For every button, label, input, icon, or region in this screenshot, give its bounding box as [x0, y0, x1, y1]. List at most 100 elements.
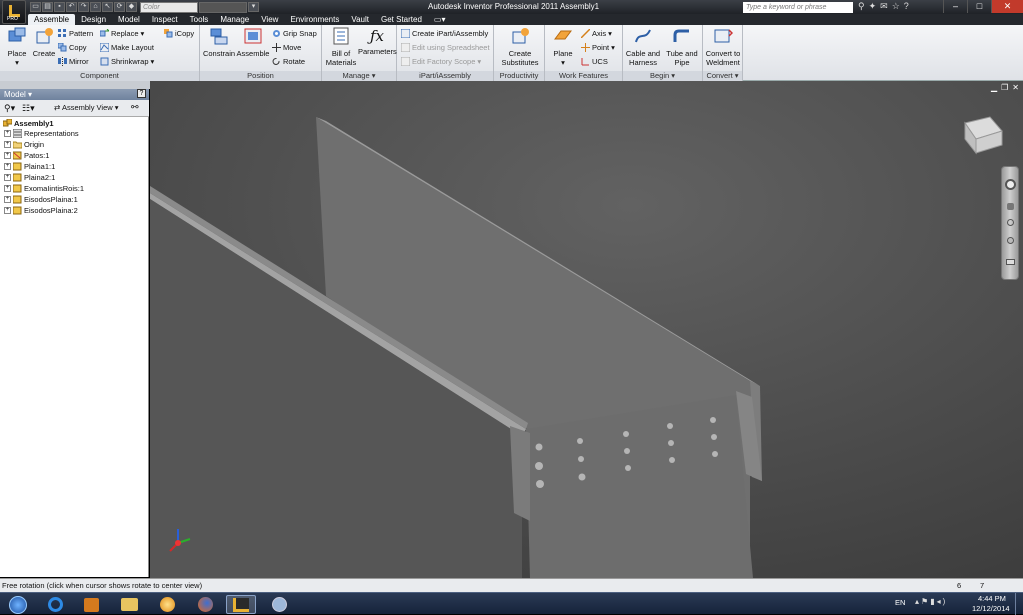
taskbar-media-player[interactable]: [76, 595, 106, 614]
convert-weldment-button[interactable]: Convert to Weldment: [704, 27, 742, 67]
taskbar-firefox[interactable]: [190, 595, 220, 614]
move-button[interactable]: Move: [272, 41, 301, 53]
create-component-button[interactable]: Create: [32, 27, 56, 58]
tree-view-icon[interactable]: ☷▾: [22, 103, 35, 114]
taskbar-tool[interactable]: [264, 595, 294, 614]
minimize-button[interactable]: –: [943, 0, 967, 13]
steering-wheel-icon[interactable]: [1005, 179, 1016, 190]
copy-button[interactable]: Copy: [58, 41, 87, 53]
taskbar-ie[interactable]: [40, 595, 70, 614]
browser-help-icon[interactable]: ?: [137, 89, 146, 98]
expand-icon[interactable]: +: [4, 195, 11, 203]
show-desktop-button[interactable]: [1015, 593, 1023, 615]
select-icon[interactable]: ↖: [102, 2, 113, 12]
expand-icon[interactable]: +: [4, 162, 11, 170]
assembly-view-dropdown[interactable]: ⇄ Assembly View ▾: [54, 103, 119, 112]
tree-item-part[interactable]: + Plaina2:1: [4, 172, 55, 182]
application-menu-button[interactable]: PRO: [2, 0, 26, 24]
clock-date[interactable]: 12/12/2014: [972, 604, 1010, 613]
zoom-icon[interactable]: [1007, 219, 1014, 226]
parameters-button[interactable]: ƒx Parameters: [358, 27, 397, 56]
communication-icon[interactable]: ✉: [880, 1, 888, 12]
ribbon-options-icon[interactable]: ▭▾: [428, 14, 452, 25]
axis-button[interactable]: Axis ▾: [581, 27, 612, 39]
redo-icon[interactable]: ↷: [78, 2, 89, 12]
favorites-icon[interactable]: ☆: [892, 1, 900, 12]
taskbar-explorer[interactable]: [114, 595, 144, 614]
make-layout-button[interactable]: Make Layout: [100, 41, 154, 53]
undo-icon[interactable]: ↶: [66, 2, 77, 12]
tab-view[interactable]: View: [255, 14, 284, 25]
tab-inspect[interactable]: Inspect: [146, 14, 184, 25]
viewport-restore-icon[interactable]: ❐: [1001, 83, 1008, 92]
tree-item-representations[interactable]: + Representations: [4, 128, 79, 138]
tab-assemble[interactable]: Assemble: [28, 14, 76, 25]
expand-icon[interactable]: +: [4, 184, 11, 192]
tree-item-part[interactable]: + EisodosPlaina:2: [4, 205, 78, 215]
tube-pipe-button[interactable]: Tube and Pipe: [663, 27, 701, 67]
color-combo[interactable]: Color: [140, 1, 198, 13]
plane-button[interactable]: Plane ▾: [547, 27, 579, 67]
ucs-button[interactable]: UCS: [581, 55, 608, 67]
tree-item-part[interactable]: + EisodosPlaina:1: [4, 194, 78, 204]
tab-manage[interactable]: Manage: [214, 14, 255, 25]
replace-button[interactable]: Replace ▾: [100, 27, 144, 39]
help-icon[interactable]: ?: [904, 1, 909, 12]
create-substitutes-button[interactable]: Create Substitutes: [496, 27, 544, 67]
new-icon[interactable]: ▭: [30, 2, 41, 12]
expand-icon[interactable]: +: [4, 206, 11, 214]
binoculars-icon[interactable]: ⚲: [858, 1, 865, 12]
open-icon[interactable]: ▤: [42, 2, 53, 12]
style-dropdown-icon[interactable]: ▾: [248, 2, 259, 12]
help-search-input[interactable]: Type a keyword or phrase: [743, 2, 853, 13]
viewport-close-icon[interactable]: ✕: [1012, 83, 1019, 92]
tab-environments[interactable]: Environments: [284, 14, 345, 25]
orbit-icon[interactable]: [1007, 237, 1014, 244]
pan-icon[interactable]: [1007, 203, 1014, 210]
browser-title[interactable]: Model ▾ ✕: [0, 89, 149, 100]
edit-factory-scope-button[interactable]: Edit Factory Scope ▾: [401, 55, 481, 67]
icopy-button[interactable]: iCopy: [164, 27, 194, 39]
tree-item-part[interactable]: + Patos:1: [4, 150, 49, 160]
expand-icon[interactable]: +: [4, 140, 11, 148]
tab-model[interactable]: Model: [112, 14, 146, 25]
expand-icon[interactable]: +: [4, 129, 11, 137]
grip-snap-button[interactable]: Grip Snap: [272, 27, 317, 39]
tree-item-assembly[interactable]: Assembly1: [3, 118, 54, 128]
taskbar-app[interactable]: [152, 595, 182, 614]
update-icon[interactable]: ⟳: [114, 2, 125, 12]
tab-get-started[interactable]: Get Started: [375, 14, 428, 25]
tree-item-origin[interactable]: + Origin: [4, 139, 44, 149]
assemble-button[interactable]: Assemble: [236, 27, 270, 58]
look-at-icon[interactable]: [1006, 259, 1015, 265]
style-combo[interactable]: [199, 1, 247, 13]
tree-item-part[interactable]: + ExomaIintisRois:1: [4, 183, 84, 193]
tab-vault[interactable]: Vault: [345, 14, 375, 25]
expand-icon[interactable]: +: [4, 173, 11, 181]
save-icon[interactable]: ▪: [54, 2, 65, 12]
viewport-minimize-icon[interactable]: ▁: [991, 83, 997, 92]
rotate-button[interactable]: Rotate: [272, 55, 305, 67]
place-button[interactable]: Place ▾: [4, 27, 30, 67]
subscription-icon[interactable]: ✦: [869, 1, 877, 12]
material-icon[interactable]: ◆: [126, 2, 137, 12]
start-button[interactable]: [3, 595, 33, 614]
clock-time[interactable]: 4:44 PM: [978, 594, 1006, 603]
tab-tools[interactable]: Tools: [184, 14, 215, 25]
pattern-button[interactable]: Pattern: [58, 27, 93, 39]
create-ipart-button[interactable]: Create iPart/iAssembly: [401, 27, 488, 39]
filter-icon[interactable]: ⚲▾: [4, 103, 15, 114]
expand-icon[interactable]: +: [4, 151, 11, 159]
taskbar-inventor[interactable]: [226, 595, 256, 614]
tree-item-part[interactable]: + Plaina1:1: [4, 161, 55, 171]
point-button[interactable]: Point ▾: [581, 41, 615, 53]
close-button[interactable]: ✕: [991, 0, 1023, 13]
find-icon[interactable]: ⚯: [131, 102, 139, 113]
maximize-button[interactable]: □: [967, 0, 991, 13]
graphics-viewport[interactable]: ▁ ❐ ✕: [150, 81, 1023, 578]
edit-spreadsheet-button[interactable]: Edit using Spreadsheet: [401, 41, 490, 53]
shrinkwrap-button[interactable]: Shrinkwrap ▾: [100, 55, 154, 67]
bill-of-materials-button[interactable]: Bill of Materials: [324, 27, 358, 67]
home-icon[interactable]: ⌂: [90, 2, 101, 12]
tab-design[interactable]: Design: [75, 14, 112, 25]
